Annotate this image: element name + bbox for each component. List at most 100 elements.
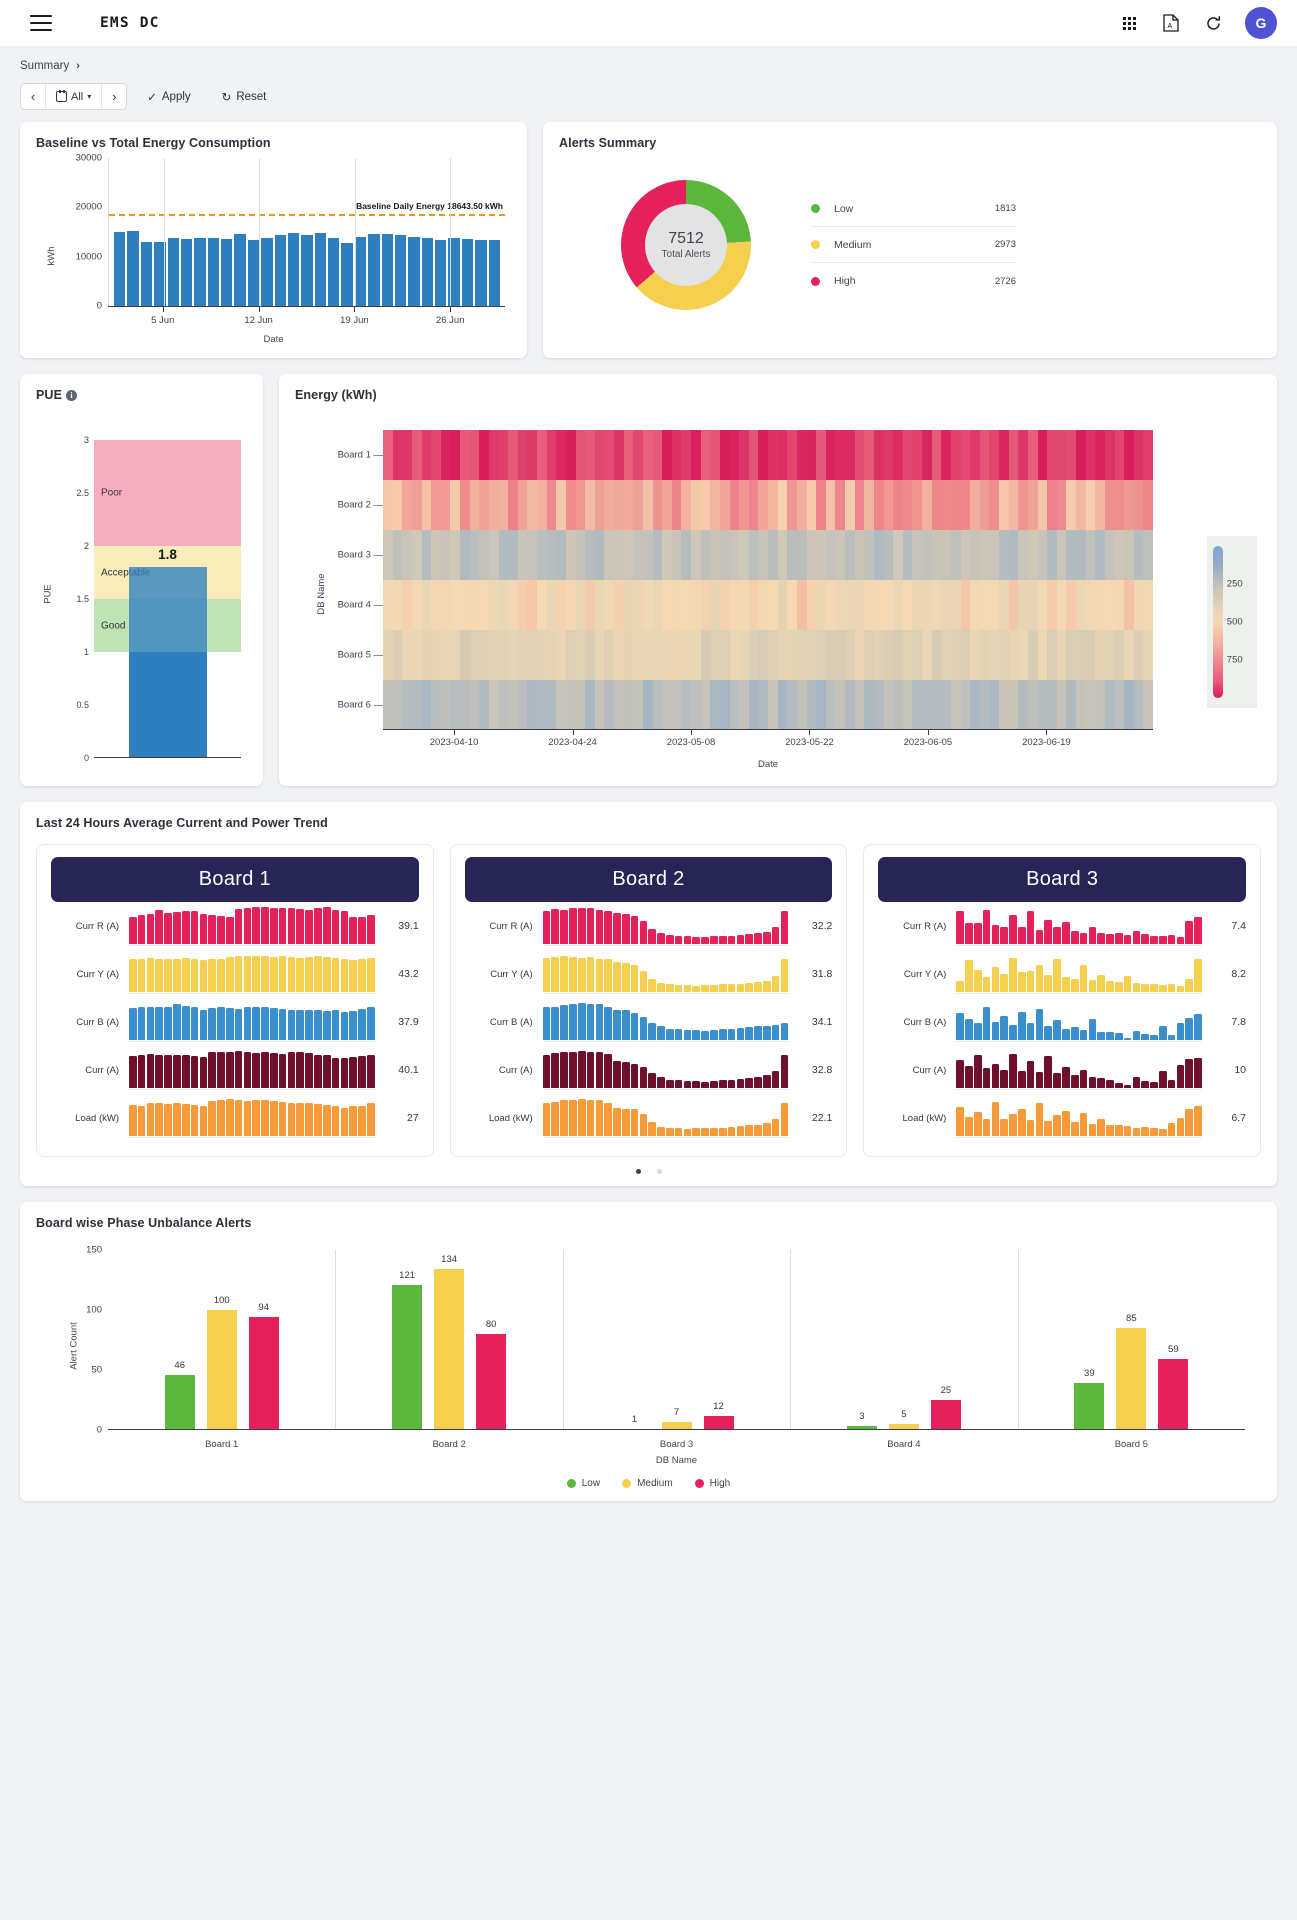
heatmap-cell[interactable] <box>1066 680 1076 730</box>
heatmap-cell[interactable] <box>1124 580 1134 630</box>
heatmap-cell[interactable] <box>575 580 586 630</box>
heatmap-cell[interactable] <box>594 480 605 530</box>
baseline-bar[interactable] <box>328 238 340 306</box>
heatmap-cell[interactable] <box>719 680 730 730</box>
heatmap-cell[interactable] <box>777 530 788 580</box>
heatmap-cell[interactable] <box>556 580 566 630</box>
heatmap-cell[interactable] <box>1143 430 1153 480</box>
heatmap-cell[interactable] <box>700 480 711 530</box>
heatmap-cell[interactable] <box>1056 430 1067 480</box>
heatmap-cell[interactable] <box>585 430 595 480</box>
heatmap-cell[interactable] <box>652 630 663 680</box>
heatmap-cell[interactable] <box>864 580 874 630</box>
heatmap-cell[interactable] <box>1085 630 1096 680</box>
heatmap-cell[interactable] <box>777 480 788 530</box>
baseline-bar[interactable] <box>341 242 353 306</box>
heatmap-cell[interactable] <box>1056 530 1067 580</box>
board-metric-sparkline[interactable] <box>129 906 375 946</box>
unbalance-legend-item[interactable]: Low <box>566 1478 600 1489</box>
heatmap-cell[interactable] <box>729 580 740 630</box>
heatmap-cell[interactable] <box>748 480 759 530</box>
heatmap-cell[interactable] <box>873 530 884 580</box>
heatmap-cell[interactable] <box>710 530 720 580</box>
heatmap-cell[interactable] <box>700 430 711 480</box>
heatmap-cell[interactable] <box>768 680 778 730</box>
heatmap-cell[interactable] <box>1018 430 1028 480</box>
heatmap-cell[interactable] <box>816 580 826 630</box>
grid-apps-icon[interactable] <box>1119 13 1139 33</box>
heatmap-cell[interactable] <box>835 680 845 730</box>
heatmap-cell[interactable] <box>941 580 951 630</box>
heatmap-cell[interactable] <box>1133 530 1144 580</box>
heatmap-cell[interactable] <box>719 480 730 530</box>
heatmap-cell[interactable] <box>758 680 768 730</box>
heatmap-cell[interactable] <box>748 580 759 630</box>
heatmap-cell[interactable] <box>431 480 441 530</box>
heatmap-cell[interactable] <box>652 530 663 580</box>
heatmap-cell[interactable] <box>402 430 412 480</box>
baseline-bar[interactable] <box>301 234 313 306</box>
heatmap-cell[interactable] <box>527 630 537 680</box>
heatmap-cell[interactable] <box>999 580 1009 630</box>
heatmap-cell[interactable] <box>758 630 768 680</box>
heatmap-cell[interactable] <box>614 680 624 730</box>
heatmap-cell[interactable] <box>1133 480 1144 530</box>
heatmap-cell[interactable] <box>970 630 980 680</box>
baseline-bar[interactable] <box>488 240 500 306</box>
heatmap-cell[interactable] <box>1047 580 1057 630</box>
heatmap-cell[interactable] <box>902 480 913 530</box>
heatmap-cell[interactable] <box>845 630 855 680</box>
heatmap-cell[interactable] <box>1114 680 1125 730</box>
heatmap-cell[interactable] <box>729 480 740 530</box>
heatmap-cell[interactable] <box>941 680 951 730</box>
heatmap-cell[interactable] <box>816 680 826 730</box>
board-metric-sparkline[interactable] <box>542 1098 789 1138</box>
heatmap-cell[interactable] <box>431 580 441 630</box>
heatmap-cell[interactable] <box>623 480 634 530</box>
heatmap-cell[interactable] <box>922 530 932 580</box>
baseline-bar[interactable] <box>475 240 487 306</box>
heatmap-cell[interactable] <box>1114 630 1125 680</box>
heatmap-cell[interactable] <box>950 680 961 730</box>
heatmap-cell[interactable] <box>979 580 990 630</box>
heatmap-cell[interactable] <box>1047 480 1057 530</box>
heatmap-cell[interactable] <box>652 580 663 630</box>
heatmap-cell[interactable] <box>854 430 865 480</box>
heatmap-cell[interactable] <box>517 480 528 530</box>
heatmap-cell[interactable] <box>460 680 470 730</box>
heatmap-cell[interactable] <box>787 680 797 730</box>
baseline-bar[interactable] <box>180 239 193 306</box>
heatmap-cell[interactable] <box>1143 630 1153 680</box>
heatmap-cell[interactable] <box>546 680 557 730</box>
heatmap-cell[interactable] <box>546 630 557 680</box>
heatmap-cell[interactable] <box>1027 430 1038 480</box>
heatmap-cell[interactable] <box>854 680 865 730</box>
heatmap-cell[interactable] <box>691 580 701 630</box>
heatmap-cell[interactable] <box>768 530 778 580</box>
heatmap-cell[interactable] <box>719 430 730 480</box>
heatmap-cell[interactable] <box>739 480 749 530</box>
heatmap-cell[interactable] <box>979 630 990 680</box>
heatmap-cell[interactable] <box>1095 580 1105 630</box>
heatmap-cell[interactable] <box>1143 680 1153 730</box>
heatmap-cell[interactable] <box>421 680 432 730</box>
heatmap-cell[interactable] <box>854 480 865 530</box>
heatmap-cell[interactable] <box>671 430 682 480</box>
heatmap-cell[interactable] <box>642 430 653 480</box>
heatmap-cell[interactable] <box>1085 580 1096 630</box>
heatmap-cell[interactable] <box>614 580 624 630</box>
heatmap-cell[interactable] <box>1076 680 1086 730</box>
heatmap-cell[interactable] <box>912 530 922 580</box>
heatmap-cell[interactable] <box>719 580 730 630</box>
heatmap-cell[interactable] <box>729 430 740 480</box>
heatmap-cell[interactable] <box>508 680 518 730</box>
heatmap-cell[interactable] <box>1133 630 1144 680</box>
heatmap-cell[interactable] <box>604 680 614 730</box>
heatmap-cell[interactable] <box>488 630 499 680</box>
heatmap-cell[interactable] <box>585 480 595 530</box>
baseline-bar[interactable] <box>221 239 233 306</box>
board-metric-sparkline[interactable] <box>542 1050 789 1090</box>
heatmap-cell[interactable] <box>479 680 489 730</box>
heatmap-cell[interactable] <box>450 430 460 480</box>
heatmap-cell[interactable] <box>1124 530 1134 580</box>
